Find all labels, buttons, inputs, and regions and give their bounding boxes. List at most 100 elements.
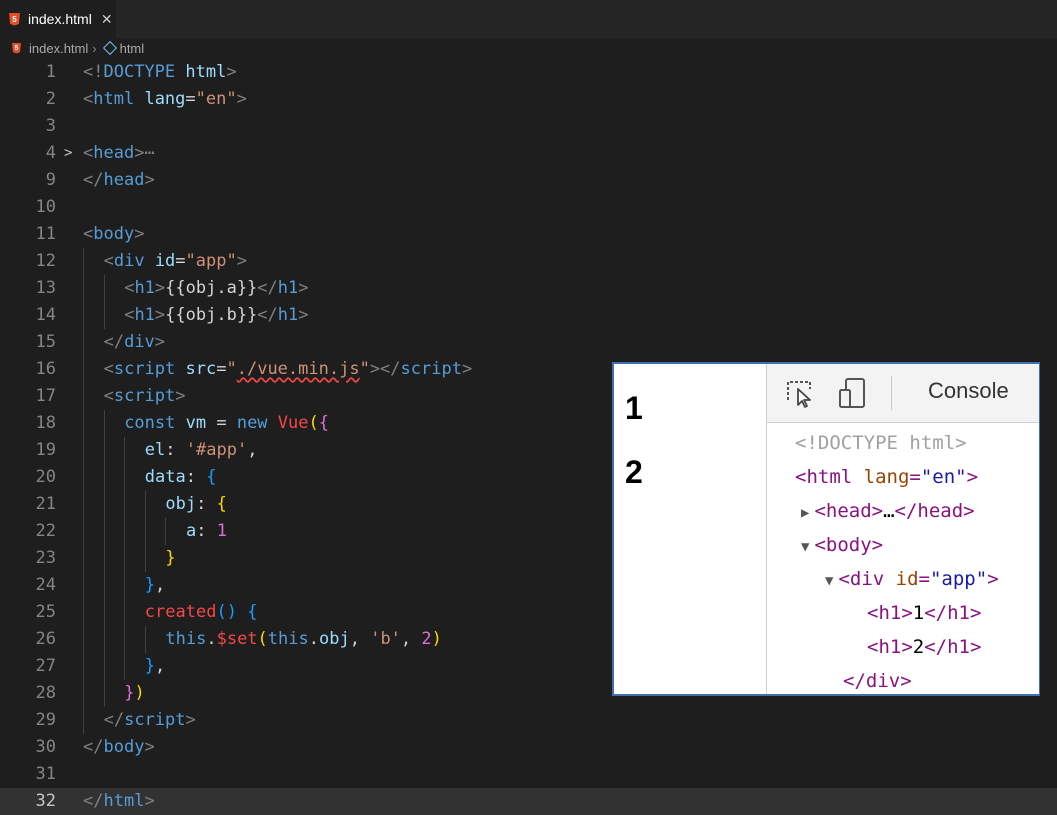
code-token: > xyxy=(236,89,247,109)
indent-guide xyxy=(124,464,126,491)
indent-guide xyxy=(124,545,126,572)
line-number: 16 xyxy=(35,359,56,379)
code-token: </ xyxy=(83,170,104,190)
code-token: < xyxy=(103,386,114,406)
indent-guide xyxy=(124,653,126,680)
code-token: > xyxy=(134,224,145,244)
code-token: created xyxy=(144,602,217,622)
indent-guide xyxy=(83,626,84,653)
code-line[interactable]: 11 <body> xyxy=(0,221,1057,248)
element-icon xyxy=(102,40,117,56)
dom-token: … xyxy=(883,500,895,522)
code-line[interactable]: 31 xyxy=(0,761,1057,788)
dom-token: <h1> xyxy=(867,602,913,624)
code-token: "en" xyxy=(195,89,237,109)
code-text: <h1>{{obj.b}}</h1> xyxy=(124,302,308,329)
code-token: html xyxy=(93,89,135,109)
indent-guide xyxy=(83,653,84,680)
indent-guide xyxy=(83,680,84,707)
code-text: el: '#app', xyxy=(145,437,258,464)
dom-token: <body> xyxy=(814,534,884,556)
indent-guide xyxy=(103,302,105,329)
code-token: </ xyxy=(83,791,104,811)
code-token: { xyxy=(318,413,330,433)
code-token: > xyxy=(144,791,155,811)
dom-node[interactable]: ▼ <div id="app"> xyxy=(825,562,999,596)
line-number: 32 xyxy=(35,791,56,811)
code-token: $set xyxy=(216,629,258,649)
code-text: <h1>{{obj.a}}</h1> xyxy=(124,275,308,302)
line-number: 23 xyxy=(35,548,56,568)
code-line[interactable]: 2 <html lang="en"> xyxy=(0,86,1057,113)
expand-triangle-icon[interactable]: ▶ xyxy=(801,505,809,521)
indent-guide xyxy=(103,518,105,545)
dom-node[interactable]: ▼ <body> xyxy=(801,528,883,562)
code-line[interactable]: 10 xyxy=(0,194,1057,221)
code-line[interactable]: 13 <h1>{{obj.a}}</h1> xyxy=(0,275,1057,302)
code-line[interactable]: 3 xyxy=(0,113,1057,140)
code-token: id xyxy=(154,251,176,271)
devtools-toolbar: Console xyxy=(767,364,1039,423)
tab-index-html[interactable]: 5 index.html ✕ xyxy=(0,0,116,38)
code-line[interactable]: 32 </html> xyxy=(0,788,1057,815)
line-number: 14 xyxy=(35,305,56,325)
dom-node[interactable]: <h1>1</h1> xyxy=(867,596,981,630)
indent-guide xyxy=(83,410,84,437)
indent-guide xyxy=(103,437,105,464)
close-icon[interactable]: ✕ xyxy=(101,11,113,28)
line-number: 29 xyxy=(35,710,56,730)
indent-guide xyxy=(144,545,146,572)
dom-node[interactable]: ▶ <head>…</head> xyxy=(801,494,975,528)
dom-token: > xyxy=(966,466,979,488)
dom-token: <!DOCTYPE html> xyxy=(795,432,967,454)
indent-guide xyxy=(165,518,167,545)
dom-token: <div xyxy=(838,568,896,590)
code-token: > xyxy=(154,278,166,298)
code-line[interactable]: 12 <div id="app"> xyxy=(0,248,1057,275)
code-line[interactable]: 15 </div> xyxy=(0,329,1057,356)
collapse-triangle-icon[interactable]: ▼ xyxy=(801,539,809,555)
indent-guide xyxy=(103,545,105,572)
code-line[interactable]: 4 > <head>⋯ xyxy=(0,140,1057,167)
code-line[interactable]: 14 <h1>{{obj.b}}</h1> xyxy=(0,302,1057,329)
dom-node[interactable]: <html lang="en"> xyxy=(795,460,978,494)
code-token: el xyxy=(144,440,166,460)
code-token: > xyxy=(461,359,473,379)
code-token: html xyxy=(103,791,145,811)
breadcrumb-node[interactable]: html xyxy=(120,41,145,56)
code-token: > xyxy=(185,710,196,730)
device-toolbar-icon[interactable] xyxy=(837,376,871,410)
code-token: h1 xyxy=(277,278,299,298)
code-token: , xyxy=(155,575,166,595)
code-token: : xyxy=(165,440,186,460)
code-token: </ xyxy=(103,710,125,730)
code-line[interactable]: 30 </body> xyxy=(0,734,1057,761)
dom-node[interactable]: <!DOCTYPE html> xyxy=(795,426,967,460)
breadcrumb-file[interactable]: index.html xyxy=(29,41,88,56)
devtools-panel: Console <!DOCTYPE html> <html lang="en"> ▶… xyxy=(766,364,1039,694)
code-line[interactable]: 29 </script> xyxy=(0,707,1057,734)
code-token: script xyxy=(124,710,186,730)
breadcrumb: 5 index.html › html xyxy=(0,38,1057,58)
dom-node[interactable]: </div> xyxy=(843,664,912,698)
code-token: ( xyxy=(308,413,319,433)
code-line[interactable]: 9 </head> xyxy=(0,167,1057,194)
code-token: } xyxy=(165,548,176,568)
tab-console[interactable]: Console xyxy=(928,378,1009,404)
dom-node[interactable]: <h1>2</h1> xyxy=(867,630,981,664)
code-token: > xyxy=(298,278,309,298)
indent-guide xyxy=(83,707,84,734)
fold-chevron-icon[interactable]: > xyxy=(64,140,72,167)
code-text: const vm = new Vue({ xyxy=(124,410,329,437)
code-token: , xyxy=(349,629,371,649)
code-line[interactable]: 1 <!DOCTYPE html> xyxy=(0,59,1057,86)
line-number: 4 xyxy=(45,143,56,163)
code-token: h1 xyxy=(134,305,155,325)
rendered-heading-2: 2 xyxy=(625,454,643,490)
select-element-icon[interactable] xyxy=(783,376,817,410)
code-token: : xyxy=(196,494,217,514)
collapse-triangle-icon[interactable]: ▼ xyxy=(825,573,833,589)
code-text: } xyxy=(165,545,175,572)
